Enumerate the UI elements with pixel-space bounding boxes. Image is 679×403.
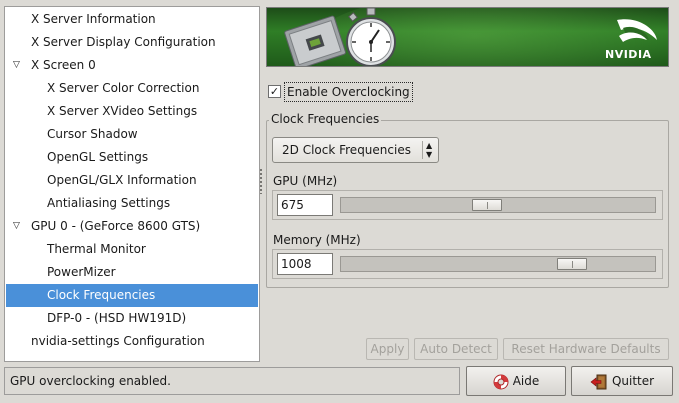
tree-item-x-server-information[interactable]: X Server Information — [6, 8, 258, 31]
help-button[interactable]: Aide — [466, 366, 566, 396]
gpu-clock-slider[interactable] — [340, 197, 656, 213]
tree-item-clock-frequencies[interactable]: Clock Frequencies — [6, 284, 258, 307]
tree-item-xvideo-settings[interactable]: X Server XVideo Settings — [6, 100, 258, 123]
tree-item-gpu-0[interactable]: ▽ GPU 0 - (GeForce 8600 GTS) — [6, 215, 258, 238]
nvidia-banner: NVIDIA — [266, 7, 669, 67]
status-bar: GPU overclocking enabled. — [4, 367, 460, 395]
clock-mode-select[interactable]: 2D Clock Frequencies ▲ ▼ — [272, 137, 439, 163]
tree-item-powermizer[interactable]: PowerMizer — [6, 261, 258, 284]
quit-button-label: Quitter — [611, 374, 655, 388]
tree-item-label: X Server Color Correction — [47, 81, 200, 95]
tree-item-label: X Server Display Configuration — [31, 35, 216, 49]
tree-item-label: Thermal Monitor — [47, 242, 146, 256]
tree-item-label: OpenGL Settings — [47, 150, 149, 164]
expander-open-icon[interactable]: ▽ — [13, 54, 23, 77]
memory-clock-entry[interactable]: 1008 — [277, 253, 333, 275]
reset-hardware-defaults-button[interactable]: Reset Hardware Defaults — [503, 338, 669, 360]
tree-item-antialiasing-settings[interactable]: Antialiasing Settings — [6, 192, 258, 215]
tree-item-label: X Screen 0 — [31, 58, 96, 72]
up-down-arrows-icon: ▲ ▼ — [426, 141, 433, 159]
tree-item-nvidia-settings-configuration[interactable]: nvidia-settings Configuration — [6, 330, 258, 353]
tree-item-opengl-settings[interactable]: OpenGL Settings — [6, 146, 258, 169]
gpu-clock-control: 675 — [272, 190, 663, 220]
tree-item-label: Cursor Shadow — [47, 127, 138, 141]
memory-clock-slider-handle[interactable] — [557, 258, 587, 270]
tree-item-label: X Server XVideo Settings — [47, 104, 198, 118]
checkbox-checked-icon[interactable]: ✓ — [268, 85, 281, 98]
tree-item-x-screen-0[interactable]: ▽ X Screen 0 — [6, 54, 258, 77]
tree-item-label: Antialiasing Settings — [47, 196, 171, 210]
lifebuoy-icon — [493, 374, 509, 389]
clock-mode-select-value: 2D Clock Frequencies — [282, 143, 411, 157]
nvidia-logo-text: NVIDIA — [605, 48, 652, 61]
help-button-label: Aide — [512, 374, 540, 388]
tree-item-label: PowerMizer — [47, 265, 116, 279]
tree-item-color-correction[interactable]: X Server Color Correction — [6, 77, 258, 100]
apply-button[interactable]: Apply — [366, 338, 409, 360]
tree-item-opengl-glx-information[interactable]: OpenGL/GLX Information — [6, 169, 258, 192]
gpu-clock-slider-handle[interactable] — [472, 199, 502, 211]
memory-clock-label: Memory (MHz) — [273, 233, 361, 247]
exit-door-icon — [590, 374, 607, 389]
tree-item-label: X Server Information — [31, 12, 156, 26]
tree-item-label: DFP-0 - (HSD HW191D) — [47, 311, 187, 325]
tree-item-label: OpenGL/GLX Information — [47, 173, 197, 187]
gpu-clock-label: GPU (MHz) — [273, 174, 338, 188]
quit-button[interactable]: Quitter — [571, 366, 673, 396]
tree-item-label: Clock Frequencies — [47, 288, 156, 302]
tree-item-cursor-shadow[interactable]: Cursor Shadow — [6, 123, 258, 146]
memory-clock-slider[interactable] — [340, 256, 656, 272]
navigation-tree: X Server Information X Server Display Co… — [4, 6, 260, 362]
tree-item-label: GPU 0 - (GeForce 8600 GTS) — [31, 219, 201, 233]
tree-item-dfp-0[interactable]: DFP-0 - (HSD HW191D) — [6, 307, 258, 330]
combo-separator — [422, 141, 423, 159]
tree-item-label: nvidia-settings Configuration — [31, 334, 205, 348]
gpu-clock-entry[interactable]: 675 — [277, 194, 333, 216]
auto-detect-button[interactable]: Auto Detect — [414, 338, 498, 360]
tree-item-x-server-display-configuration[interactable]: X Server Display Configuration — [6, 31, 258, 54]
memory-clock-control: 1008 — [272, 249, 663, 279]
expander-open-icon[interactable]: ▽ — [13, 215, 23, 238]
clock-frequencies-frame-title: Clock Frequencies — [269, 112, 382, 126]
enable-overclocking-label[interactable]: Enable Overclocking — [284, 82, 413, 102]
tree-item-thermal-monitor[interactable]: Thermal Monitor — [6, 238, 258, 261]
pane-resize-handle[interactable] — [259, 168, 263, 194]
stopwatch-icon — [346, 8, 396, 66]
